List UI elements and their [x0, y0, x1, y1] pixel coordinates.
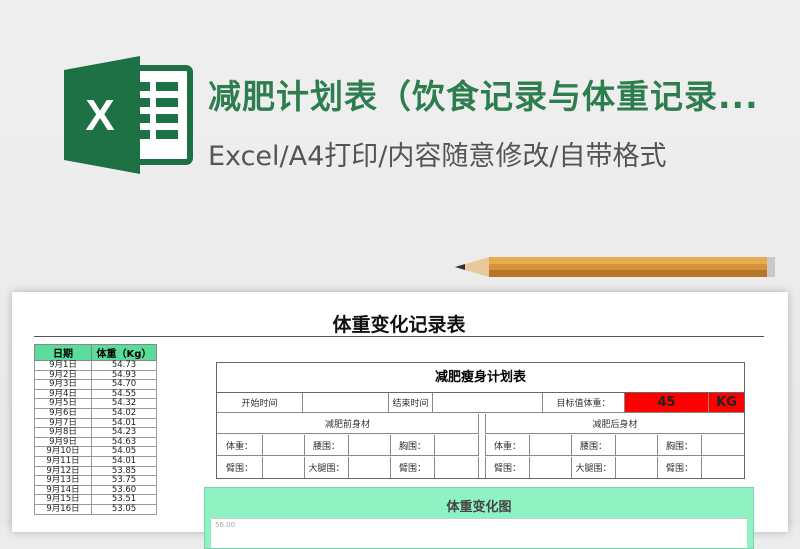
- chart-plot-area: 56.00: [211, 518, 747, 548]
- table-row: 9月8日 54.23: [34, 427, 157, 438]
- chart-y-tick: 56.00: [215, 521, 236, 529]
- sheet-title: 体重变化记录表: [332, 314, 466, 336]
- after-waist-label: 腰围：: [572, 435, 616, 456]
- target-weight-label: 目标值体重：: [543, 393, 625, 413]
- title-underline: [34, 336, 764, 337]
- column-header-date: 日期: [34, 344, 92, 361]
- logo-letter: X: [85, 91, 114, 140]
- table-row: 9月6日 54.02: [34, 407, 157, 419]
- before-arm2-label: 臂围：: [391, 457, 435, 478]
- before-chest-label: 胸围：: [391, 435, 435, 456]
- before-thigh-value[interactable]: [349, 457, 391, 478]
- before-arm2-value[interactable]: [435, 457, 479, 478]
- before-body-label: 减肥前身材: [217, 414, 479, 434]
- after-arm-label: 臂围：: [486, 457, 530, 478]
- plan-table: 减肥瘦身计划表 开始时间 结束时间 目标值体重： 45 KG 减肥前身材 减肥后…: [216, 362, 745, 479]
- column-header-weight: 体重（Kg）: [91, 344, 157, 361]
- end-time-value[interactable]: [433, 393, 543, 413]
- after-weight-value[interactable]: [530, 435, 572, 456]
- spreadsheet-preview: 体重变化记录表 日期 体重（Kg） 9月1日 54.73 9月2日 54.93 9月3日…: [12, 292, 788, 549]
- after-arm2-label: 臂围：: [658, 457, 702, 478]
- after-chest-value[interactable]: [702, 435, 744, 456]
- after-weight-label: 体重：: [486, 435, 530, 456]
- page-subtitle: Excel/A4打印/内容随意修改/自带格式: [208, 141, 667, 172]
- table-row: 9月15日 53.51: [34, 494, 157, 505]
- weight-cell[interactable]: 54.01: [91, 455, 157, 467]
- date-cell[interactable]: 9月1日: [34, 360, 92, 371]
- date-cell[interactable]: 9月3日: [34, 379, 92, 390]
- chart-title: 体重变化图: [446, 500, 512, 515]
- weight-cell[interactable]: 54.70: [91, 379, 157, 390]
- start-time-label: 开始时间: [217, 393, 303, 413]
- weight-cell[interactable]: 54.73: [91, 360, 157, 371]
- before-thigh-label: 大腿围：: [305, 457, 349, 478]
- weight-cell[interactable]: 54.05: [91, 446, 157, 457]
- date-cell[interactable]: 9月8日: [34, 427, 92, 438]
- table-row: 9月1日 54.73: [34, 360, 157, 371]
- after-arm-value[interactable]: [530, 457, 572, 478]
- before-waist-label: 腰围：: [305, 435, 349, 456]
- after-thigh-value[interactable]: [616, 457, 658, 478]
- weight-cell[interactable]: 54.02: [91, 407, 157, 419]
- weight-cell[interactable]: 53.51: [91, 494, 157, 505]
- weight-table: 日期 体重（Kg） 9月1日 54.73 9月2日 54.93 9月3日 54.70 9月4…: [34, 344, 157, 515]
- target-weight-unit: KG: [709, 393, 744, 413]
- plan-title: 减肥瘦身计划表: [217, 363, 744, 393]
- page-title: 减肥计划表（饮食记录与体重记录...: [208, 77, 759, 116]
- weight-cell[interactable]: 54.23: [91, 427, 157, 438]
- before-weight-value[interactable]: [263, 435, 305, 456]
- excel-logo-icon: X: [64, 56, 193, 174]
- before-weight-label: 体重：: [217, 435, 263, 456]
- table-row: 9月16日 53.05: [34, 503, 157, 515]
- table-row: 9月11日 54.01: [34, 455, 157, 467]
- spacer: [479, 414, 486, 434]
- table-row: 9月13日 53.75: [34, 475, 157, 486]
- before-arm-label: 臂围：: [217, 457, 263, 478]
- weight-cell[interactable]: 53.05: [91, 503, 157, 515]
- end-time-label: 结束时间: [389, 393, 433, 413]
- before-waist-value[interactable]: [349, 435, 391, 456]
- weight-cell[interactable]: 53.75: [91, 475, 157, 486]
- before-arm-value[interactable]: [263, 457, 305, 478]
- after-body-label: 减肥后身材: [486, 414, 744, 434]
- date-cell[interactable]: 9月11日: [34, 455, 92, 467]
- after-thigh-label: 大腿围：: [572, 457, 616, 478]
- after-chest-label: 胸围：: [658, 435, 702, 456]
- table-row: 9月3日 54.70: [34, 379, 157, 390]
- date-cell[interactable]: 9月6日: [34, 407, 92, 419]
- after-arm2-value[interactable]: [702, 457, 744, 478]
- date-cell[interactable]: 9月10日: [34, 446, 92, 457]
- target-weight-value[interactable]: 45: [625, 393, 709, 413]
- after-waist-value[interactable]: [616, 435, 658, 456]
- start-time-value[interactable]: [303, 393, 389, 413]
- spacer: [479, 457, 486, 478]
- spacer: [479, 435, 486, 456]
- before-chest-value[interactable]: [435, 435, 479, 456]
- table-row: 9月10日 54.05: [34, 446, 157, 457]
- date-cell[interactable]: 9月15日: [34, 494, 92, 505]
- date-cell[interactable]: 9月13日: [34, 475, 92, 486]
- weight-chart: 体重变化图 56.00: [204, 487, 754, 549]
- pencil-icon: [455, 257, 775, 277]
- date-cell[interactable]: 9月16日: [34, 503, 92, 515]
